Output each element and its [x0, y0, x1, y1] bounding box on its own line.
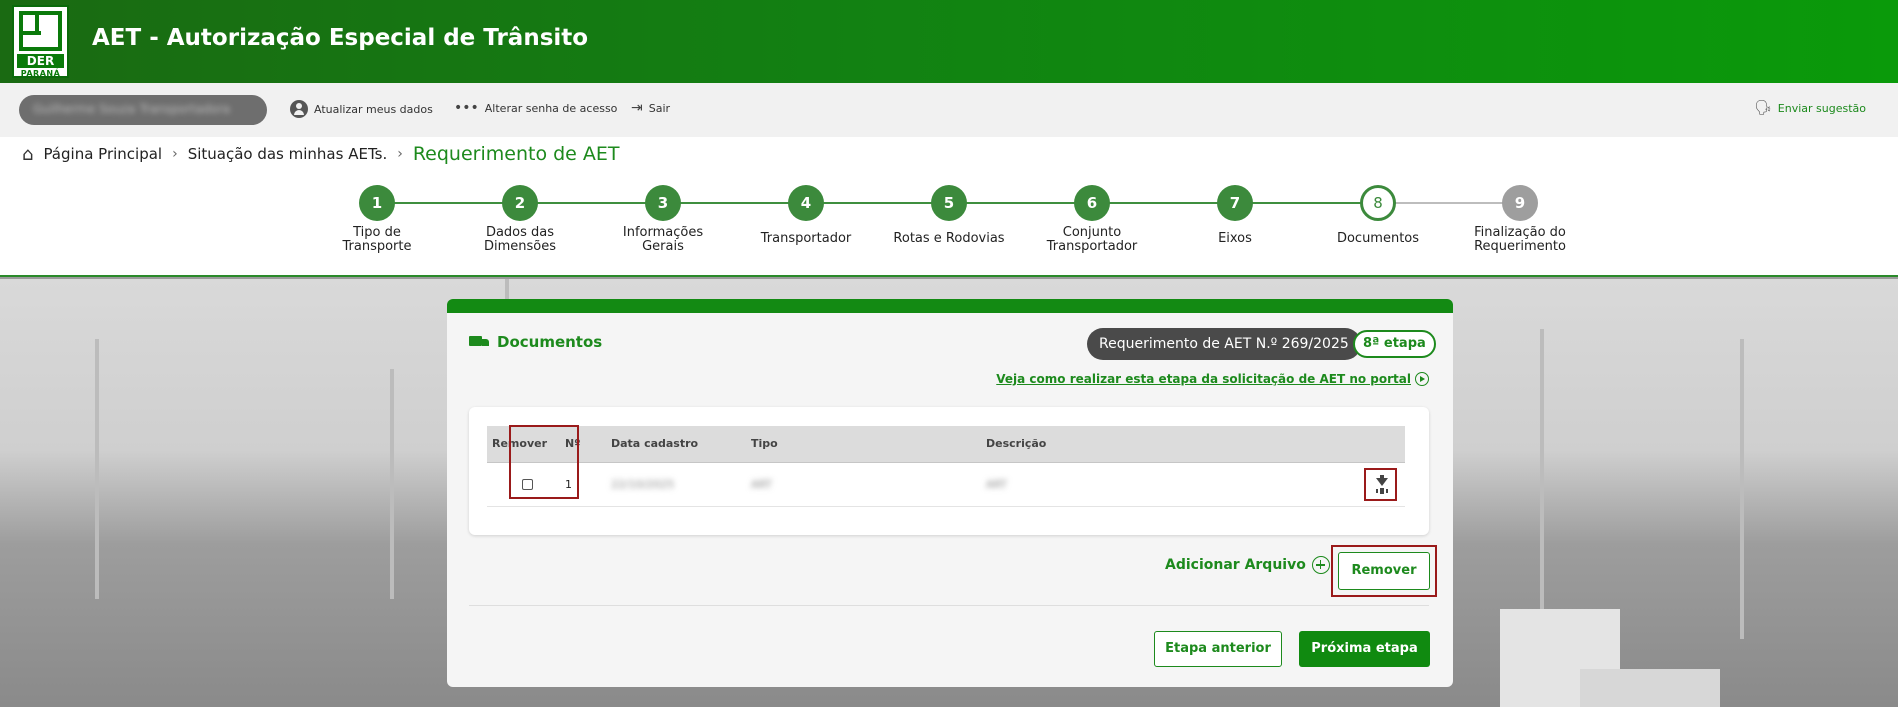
truck-icon — [469, 335, 489, 349]
step-number: 4 — [788, 185, 824, 221]
step-2[interactable]: 2 Dados das Dimensões — [440, 185, 600, 254]
step-8[interactable]: 8 Documentos — [1298, 185, 1458, 246]
update-data-link[interactable]: Atualizar meus dados — [290, 100, 433, 118]
table-row: 1 22/10/2025 ART ART — [487, 462, 1405, 507]
step-4[interactable]: 4 Transportador — [726, 185, 886, 246]
step-label: Tipo de Transporte — [342, 225, 412, 254]
description-cell: ART — [981, 462, 1359, 507]
der-logo[interactable]: DER PARANÁ — [12, 5, 69, 78]
step-9[interactable]: 9 Finalização do Requerimento — [1440, 185, 1600, 254]
change-password-label: Alterar senha de acesso — [484, 101, 618, 115]
user-toolbar: Guilherme Souza Transportadora Atualizar… — [0, 83, 1898, 137]
street-lamp — [390, 369, 394, 599]
step-number: 9 — [1502, 185, 1538, 221]
step-5[interactable]: 5 Rotas e Rodovias — [869, 185, 1029, 246]
app-header: DER PARANÁ AET - Autorização Especial de… — [0, 0, 1898, 83]
street-lamp — [1540, 329, 1544, 609]
step-number: 2 — [502, 185, 538, 221]
logout-label: Sair — [648, 101, 671, 115]
truck-shape — [1580, 669, 1720, 707]
column-header-date: Data cadastro — [606, 426, 746, 463]
change-password-link[interactable]: ••• Alterar senha de acesso — [454, 100, 617, 116]
add-file-link[interactable]: Adicionar Arquivo — [1165, 556, 1330, 574]
password-dots-icon: ••• — [454, 100, 479, 116]
breadcrumb-home[interactable]: Página Principal — [43, 145, 162, 163]
documents-table: Remover Nº Data cadastro Tipo Descrição … — [487, 426, 1405, 507]
remove-column-highlight — [509, 425, 579, 499]
download-cell — [1359, 462, 1405, 507]
logout-icon: ⇥ — [631, 100, 643, 116]
logo-mark — [19, 11, 62, 51]
help-link-text: Veja como realizar esta etapa da solicit… — [996, 372, 1411, 386]
add-file-label: Adicionar Arquivo — [1165, 557, 1306, 573]
step-number: 7 — [1217, 185, 1253, 221]
update-data-label: Atualizar meus dados — [314, 102, 433, 116]
documents-table-panel: Remover Nº Data cadastro Tipo Descrição … — [469, 407, 1429, 535]
street-lamp — [95, 339, 99, 599]
breadcrumb: ⌂ Página Principal › Situação das minhas… — [22, 143, 620, 165]
play-circle-icon — [1415, 372, 1429, 386]
card-title-text: Documentos — [497, 333, 603, 351]
step-number: 8 — [1360, 185, 1396, 221]
column-header-description: Descrição — [981, 426, 1359, 463]
step-label: Documentos — [1336, 231, 1420, 246]
user-circle-icon — [290, 100, 308, 118]
step-label: Informações Gerais — [622, 225, 704, 254]
step-label: Finalização do Requerimento — [1474, 225, 1566, 254]
remove-button-highlight: Remover — [1331, 545, 1437, 597]
user-name: Guilherme Souza Transportadora — [33, 102, 231, 116]
step-number: 5 — [931, 185, 967, 221]
column-header-actions — [1359, 426, 1405, 463]
step-3[interactable]: 3 Informações Gerais — [583, 185, 743, 254]
logout-link[interactable]: ⇥ Sair — [631, 100, 670, 116]
speaking-person-icon: 🗣 — [1754, 100, 1772, 116]
chevron-right-icon: › — [172, 146, 178, 162]
documents-card: Documentos Requerimento de AET N.º 269/2… — [447, 299, 1453, 687]
next-step-button[interactable]: Próxima etapa — [1299, 631, 1430, 667]
date-cell: 22/10/2025 — [606, 462, 746, 507]
step-7[interactable]: 7 Eixos — [1155, 185, 1315, 246]
type-value: ART — [751, 477, 773, 491]
breadcrumb-current: Requerimento de AET — [412, 143, 620, 165]
description-value: ART — [986, 477, 1008, 491]
step-6[interactable]: 6 Conjunto Transportador — [1012, 185, 1172, 254]
logo-text: DER — [17, 54, 64, 68]
remove-button[interactable]: Remover — [1338, 552, 1430, 590]
column-header-type: Tipo — [746, 426, 981, 463]
plus-circle-icon — [1311, 556, 1330, 574]
step-label: Rotas e Rodovias — [893, 231, 1005, 246]
user-name-pill[interactable]: Guilherme Souza Transportadora — [19, 95, 267, 125]
step-label: Dados das Dimensões — [483, 225, 557, 254]
step-number: 6 — [1074, 185, 1110, 221]
logo-subtext: PARANÁ — [20, 69, 61, 78]
divider — [469, 605, 1429, 606]
stage-badge: 8ª etapa — [1353, 330, 1436, 358]
date-value: 22/10/2025 — [611, 477, 675, 491]
help-link[interactable]: Veja como realizar esta etapa da solicit… — [996, 372, 1429, 386]
step-label: Conjunto Transportador — [1046, 225, 1138, 254]
step-label: Eixos — [1218, 231, 1252, 246]
type-cell: ART — [746, 462, 981, 507]
card-title: Documentos — [469, 333, 602, 351]
navigation-area: ⌂ Página Principal › Situação das minhas… — [0, 137, 1898, 277]
step-number: 1 — [359, 185, 395, 221]
previous-step-button[interactable]: Etapa anterior — [1154, 631, 1282, 667]
progress-stepper: 1 Tipo de Transporte 2 Dados das Dimensõ… — [0, 185, 1898, 265]
street-lamp — [1740, 339, 1744, 639]
home-icon[interactable]: ⌂ — [22, 144, 33, 165]
step-1[interactable]: 1 Tipo de Transporte — [297, 185, 457, 254]
chevron-right-icon: › — [397, 146, 403, 162]
breadcrumb-situation[interactable]: Situação das minhas AETs. — [188, 145, 388, 163]
table-header-row: Remover Nº Data cadastro Tipo Descrição — [487, 426, 1405, 463]
step-label: Transportador — [760, 231, 852, 246]
send-suggestion-link[interactable]: 🗣 Enviar sugestão — [1754, 100, 1866, 116]
request-number-badge: Requerimento de AET N.º 269/2025 — [1087, 328, 1361, 360]
send-suggestion-label: Enviar sugestão — [1777, 101, 1866, 115]
app-title: AET - Autorização Especial de Trânsito — [92, 25, 589, 51]
step-number: 3 — [645, 185, 681, 221]
download-icon[interactable] — [1364, 467, 1397, 501]
